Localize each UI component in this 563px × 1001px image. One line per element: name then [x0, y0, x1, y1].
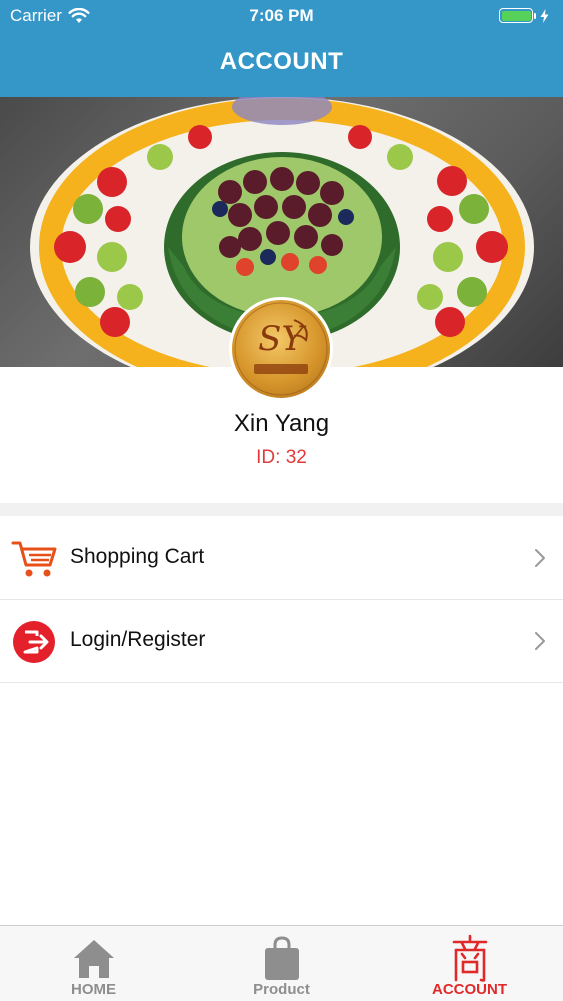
tab-home-label: HOME	[71, 981, 116, 998]
chevron-right-icon	[535, 549, 545, 567]
chevron-right-icon	[535, 632, 545, 650]
shopping-cart-row[interactable]: Shopping Cart	[0, 517, 563, 600]
tab-home[interactable]: HOME	[0, 926, 187, 1001]
profile-name: Xin Yang	[233, 410, 330, 437]
navigation-bar: Carrier 7:06 PM ACCOUNT	[0, 0, 563, 97]
battery-icon	[499, 8, 533, 23]
svg-text:SY: SY	[258, 319, 307, 359]
charging-bolt-icon	[540, 8, 549, 23]
page-title: ACCOUNT	[219, 48, 344, 75]
status-time: 7:06 PM	[249, 6, 314, 25]
shopping-cart-label: Shopping Cart	[70, 545, 205, 568]
avatar: SY	[229, 297, 333, 401]
shopping-bag-icon	[264, 936, 299, 980]
login-register-label: Login/Register	[70, 628, 206, 651]
shop-character-icon	[452, 934, 487, 982]
tab-product[interactable]: Product	[188, 926, 375, 1001]
shopping-cart-icon	[11, 541, 57, 577]
section-divider	[0, 503, 563, 516]
tab-account-label: ACCOUNT	[432, 981, 507, 998]
profile-id: ID: 32	[256, 447, 307, 468]
tab-bar: HOME Product ACCOUNT	[0, 925, 563, 1001]
tab-account[interactable]: ACCOUNT	[376, 926, 563, 1001]
login-register-row[interactable]: Login/Register	[0, 600, 563, 683]
tab-product-label: Product	[253, 981, 310, 998]
battery-indicator	[499, 8, 549, 23]
home-icon	[73, 940, 114, 978]
login-exit-icon	[13, 621, 55, 663]
